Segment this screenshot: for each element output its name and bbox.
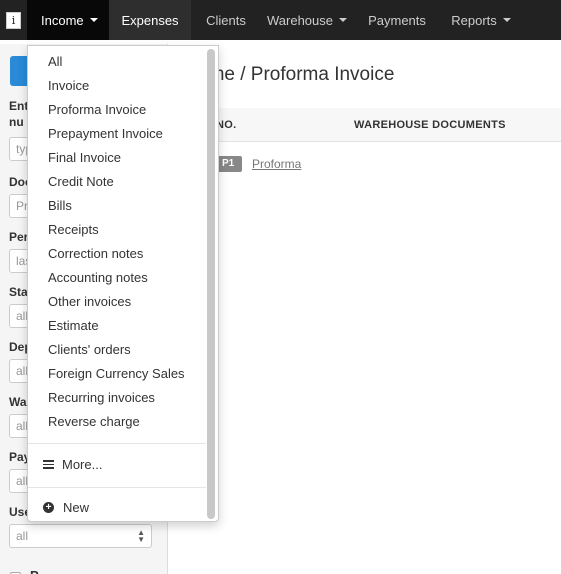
nav-expenses[interactable]: Expenses bbox=[109, 0, 191, 40]
document-link[interactable]: Proforma bbox=[252, 157, 301, 171]
chevron-down-icon bbox=[339, 18, 347, 22]
filter-label-period: Per bbox=[9, 230, 29, 244]
menu-item-all[interactable]: All bbox=[28, 50, 208, 74]
nav-payments[interactable]: Payments bbox=[353, 0, 441, 40]
menu-item-bills[interactable]: Bills bbox=[28, 194, 208, 218]
user-select[interactable]: all ▲ ▼ bbox=[9, 524, 152, 548]
filter-label-number: nu bbox=[9, 115, 24, 129]
page-title: ome / Proforma Invoice bbox=[198, 64, 395, 85]
nav-warehouse-label: Warehouse bbox=[267, 12, 333, 28]
filter-label-status: Sta bbox=[9, 285, 28, 299]
top-navbar: i Income Expenses Clients Warehouse Paym… bbox=[0, 0, 561, 40]
logo-icon: i bbox=[6, 11, 21, 29]
menu-item-new[interactable]: + New bbox=[43, 500, 89, 515]
menu-item-proforma-invoice[interactable]: Proforma Invoice bbox=[28, 98, 208, 122]
nav-income-label: Income bbox=[41, 12, 84, 28]
nav-income[interactable]: Income bbox=[27, 0, 109, 40]
income-dropdown-menu: All Invoice Proforma Invoice Prepayment … bbox=[27, 45, 219, 522]
menu-item-receipts[interactable]: Receipts bbox=[28, 218, 208, 242]
nav-payments-label: Payments bbox=[368, 12, 426, 28]
menu-item-credit-note[interactable]: Credit Note bbox=[28, 170, 208, 194]
menu-item-more[interactable]: More... bbox=[43, 457, 102, 472]
nav-expenses-label: Expenses bbox=[121, 12, 179, 28]
chevron-down-icon bbox=[89, 18, 98, 22]
menu-item-final-invoice[interactable]: Final Invoice bbox=[28, 146, 208, 170]
chevron-down-icon bbox=[502, 18, 511, 22]
menu-item-invoice[interactable]: Invoice bbox=[28, 74, 208, 98]
menu-item-reverse-charge[interactable]: Reverse charge bbox=[28, 410, 208, 434]
menu-scrollbar[interactable] bbox=[207, 49, 215, 519]
menu-item-estimate[interactable]: Estimate bbox=[28, 314, 208, 338]
income-menu-list: All Invoice Proforma Invoice Prepayment … bbox=[28, 50, 208, 434]
nav-warehouse[interactable]: Warehouse bbox=[261, 0, 353, 40]
filter-label-warehouse: Wa bbox=[9, 395, 27, 409]
menu-item-prepayment-invoice[interactable]: Prepayment Invoice bbox=[28, 122, 208, 146]
menu-item-accounting-notes[interactable]: Accounting notes bbox=[28, 266, 208, 290]
menu-item-correction-notes[interactable]: Correction notes bbox=[28, 242, 208, 266]
menu-divider bbox=[28, 487, 206, 488]
nav-clients[interactable]: Clients bbox=[191, 0, 261, 40]
menu-item-other-invoices[interactable]: Other invoices bbox=[28, 290, 208, 314]
column-header-number[interactable]: NO. bbox=[216, 119, 236, 131]
filter-label-entry: Ent bbox=[9, 99, 29, 113]
plus-circle-icon: + bbox=[43, 502, 54, 513]
nav-reports-label: Reports bbox=[451, 12, 497, 28]
list-icon bbox=[43, 460, 54, 469]
nav-clients-label: Clients bbox=[206, 12, 246, 28]
table-header: NO. WAREHOUSE DOCUMENTS bbox=[169, 108, 561, 142]
app-logo[interactable]: i bbox=[0, 0, 27, 40]
nav-reports[interactable]: Reports bbox=[441, 0, 521, 40]
menu-item-foreign-currency-sales[interactable]: Foreign Currency Sales bbox=[28, 362, 208, 386]
menu-item-recurring-invoices[interactable]: Recurring invoices bbox=[28, 386, 208, 410]
menu-divider bbox=[28, 443, 206, 444]
menu-new-label: New bbox=[63, 500, 90, 515]
menu-item-clients-orders[interactable]: Clients' orders bbox=[28, 338, 208, 362]
user-select-value: all bbox=[16, 529, 29, 543]
column-header-warehouse-documents[interactable]: WAREHOUSE DOCUMENTS bbox=[354, 119, 506, 131]
menu-more-label: More... bbox=[62, 457, 103, 472]
checkbox-label: P bbox=[30, 568, 39, 574]
select-arrows-icon: ▲ ▼ bbox=[137, 528, 145, 544]
